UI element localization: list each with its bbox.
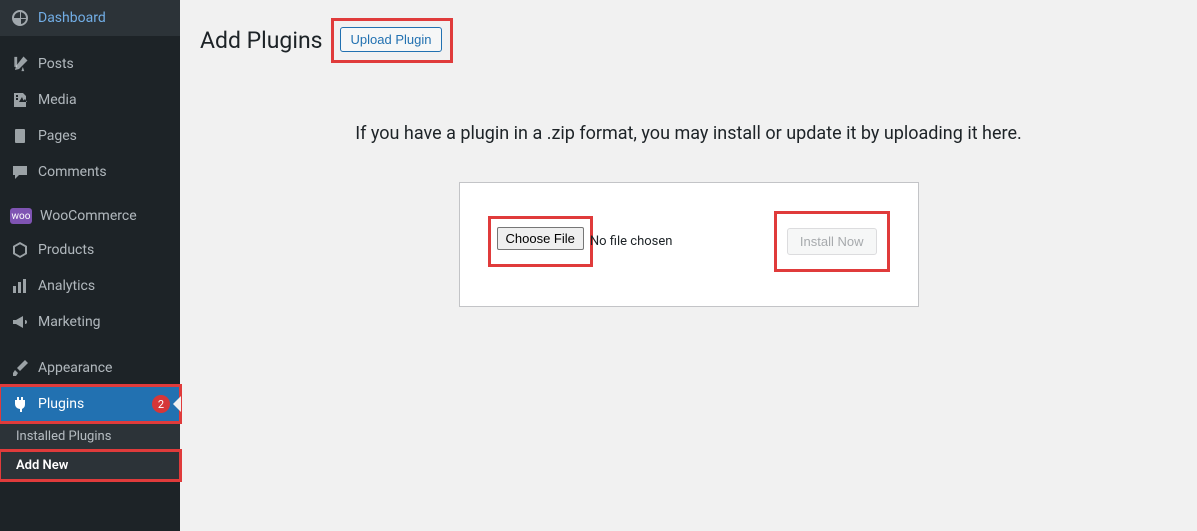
- upload-plugin-button[interactable]: Upload Plugin: [340, 27, 443, 52]
- sidebar-item-posts[interactable]: Posts: [0, 46, 180, 82]
- sidebar-item-label: WooCommerce: [40, 208, 170, 224]
- sidebar-item-pages[interactable]: Pages: [0, 118, 180, 154]
- install-now-button[interactable]: Install Now: [787, 228, 877, 255]
- choose-file-button[interactable]: Choose File: [497, 227, 584, 250]
- sidebar-item-label: Pages: [38, 128, 170, 144]
- sidebar-item-appearance[interactable]: Appearance: [0, 350, 180, 386]
- sidebar-item-dashboard[interactable]: Dashboard: [0, 0, 180, 36]
- submenu-add-new[interactable]: Add New: [0, 451, 180, 480]
- main-content: Add Plugins Upload Plugin If you have a …: [180, 0, 1197, 531]
- dashboard-icon: [10, 8, 30, 28]
- file-picker-section: Choose File No file chosen: [488, 216, 673, 267]
- sidebar-item-label: Analytics: [38, 278, 170, 294]
- box-icon: [10, 240, 30, 260]
- sidebar-item-label: Plugins: [38, 396, 148, 412]
- plug-icon: [10, 394, 30, 414]
- media-icon: [10, 90, 30, 110]
- page-title: Add Plugins: [200, 27, 323, 54]
- submenu-installed-plugins[interactable]: Installed Plugins: [0, 422, 180, 451]
- upload-form: Choose File No file chosen Install Now: [459, 182, 919, 307]
- page-header: Add Plugins Upload Plugin: [200, 18, 1177, 63]
- sidebar-item-comments[interactable]: Comments: [0, 154, 180, 190]
- install-highlight: Install Now: [774, 211, 890, 272]
- sidebar-item-label: Comments: [38, 164, 170, 180]
- sidebar-item-label: Appearance: [38, 360, 170, 376]
- sidebar-item-media[interactable]: Media: [0, 82, 180, 118]
- woocommerce-icon: woo: [10, 208, 32, 224]
- update-count-badge: 2: [152, 395, 170, 413]
- sidebar-item-label: Media: [38, 92, 170, 108]
- sidebar-item-plugins[interactable]: Plugins 2: [0, 386, 180, 422]
- pages-icon: [10, 126, 30, 146]
- sidebar-item-analytics[interactable]: Analytics: [0, 268, 180, 304]
- plugins-submenu: Installed Plugins Add New: [0, 422, 180, 480]
- sidebar-item-label: Dashboard: [38, 10, 170, 26]
- comment-icon: [10, 162, 30, 182]
- choose-highlight: Choose File: [488, 216, 593, 267]
- upload-highlight: Upload Plugin: [331, 18, 454, 63]
- sidebar-item-woocommerce[interactable]: woo WooCommerce: [0, 200, 180, 232]
- admin-sidebar: Dashboard Posts Media Pages Comments woo…: [0, 0, 180, 531]
- sidebar-item-products[interactable]: Products: [0, 232, 180, 268]
- brush-icon: [10, 358, 30, 378]
- sidebar-item-label: Posts: [38, 56, 170, 72]
- chart-icon: [10, 276, 30, 296]
- upload-instruction: If you have a plugin in a .zip format, y…: [200, 123, 1177, 144]
- sidebar-item-marketing[interactable]: Marketing: [0, 304, 180, 340]
- no-file-text: No file chosen: [590, 234, 673, 249]
- megaphone-icon: [10, 312, 30, 332]
- sidebar-item-label: Products: [38, 242, 170, 258]
- sidebar-item-label: Marketing: [38, 314, 170, 330]
- pin-icon: [10, 54, 30, 74]
